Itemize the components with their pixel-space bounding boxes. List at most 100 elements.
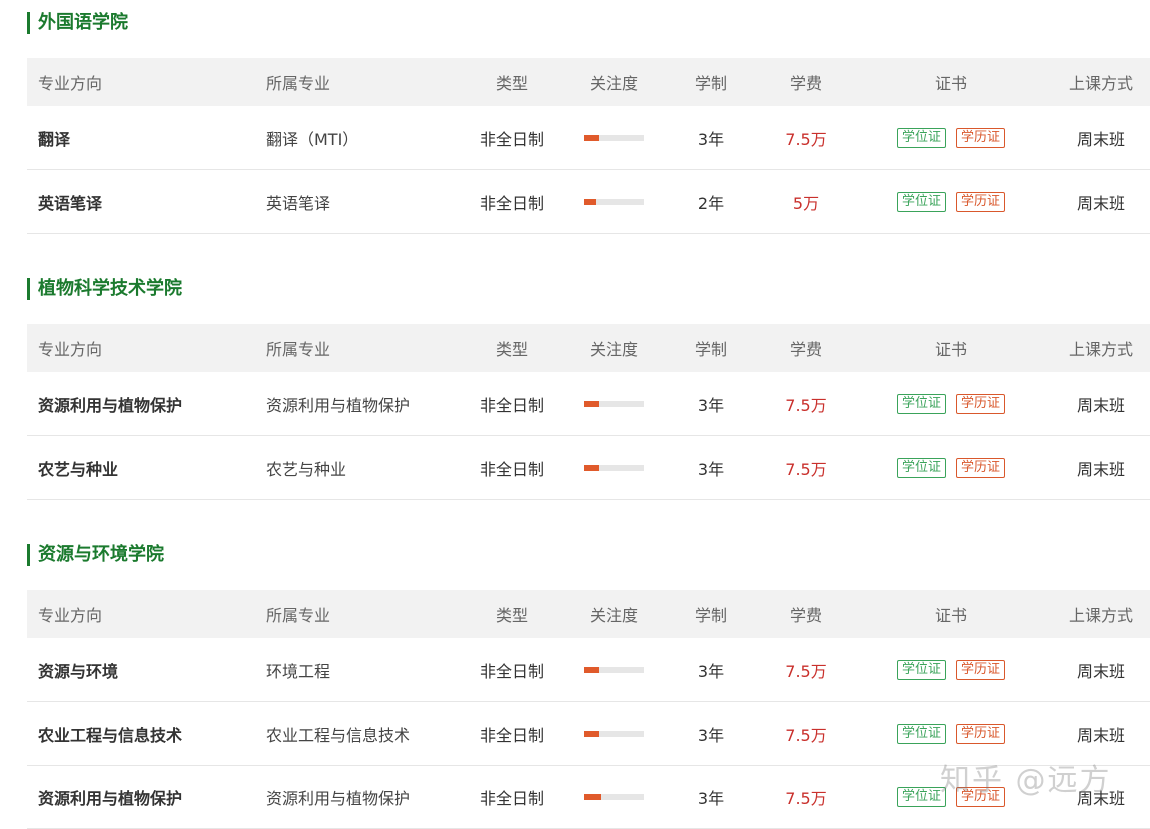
attention-bar-fill [584, 464, 599, 471]
header-attention: 关注度 [589, 74, 638, 93]
attention-bar [584, 198, 644, 205]
header-type: 类型 [495, 340, 528, 359]
length-cell: 2年 [697, 193, 725, 213]
direction-cell[interactable]: 英语笔译 [38, 170, 102, 233]
diploma-badge: 学历证 [956, 723, 1006, 744]
mode-cell: 周末班 [1076, 129, 1125, 149]
header-type: 类型 [495, 74, 528, 93]
header-major: 所属专业 [266, 340, 331, 359]
attention-cell [581, 436, 647, 499]
header-fee: 学费 [789, 74, 822, 93]
degree-badge: 学位证 [896, 457, 946, 478]
header-major: 所属专业 [266, 74, 331, 93]
certificate-cell: 学位证 学历证 [877, 436, 1025, 499]
direction-cell[interactable]: 翻译 [38, 106, 70, 169]
type-cell: 非全日制 [479, 725, 544, 745]
header-attention: 关注度 [589, 606, 638, 625]
degree-badge: 学位证 [896, 659, 946, 680]
attention-cell [581, 702, 647, 765]
major-cell: 翻译（MTI） [266, 129, 359, 149]
header-attention: 关注度 [589, 340, 638, 359]
attention-cell [581, 638, 647, 701]
diploma-badge: 学历证 [956, 393, 1006, 414]
direction-cell[interactable]: 资源与环境 [38, 638, 118, 701]
header-length: 学制 [694, 340, 727, 359]
table-row[interactable]: 英语笔译 英语笔译 非全日制 2年 5万 学位证 学历证 周末班 [27, 170, 1150, 234]
length-cell: 3年 [697, 459, 725, 479]
type-cell: 非全日制 [479, 193, 544, 213]
section-title: 植物科学技术学院 [27, 278, 182, 300]
attention-bar-fill [584, 666, 599, 673]
major-cell: 资源利用与植物保护 [266, 395, 411, 415]
major-cell: 英语笔译 [266, 193, 331, 213]
attention-cell [581, 372, 647, 435]
major-cell: 环境工程 [266, 661, 331, 681]
type-cell: 非全日制 [479, 788, 544, 808]
attention-bar-fill [584, 134, 599, 141]
watermark: 知乎 @远方 [940, 763, 1112, 798]
length-cell: 3年 [697, 661, 725, 681]
attention-bar [584, 793, 644, 800]
fee-cell: 7.5万 [785, 459, 827, 479]
header-major: 所属专业 [266, 606, 331, 625]
diploma-badge: 学历证 [956, 191, 1006, 212]
fee-cell: 7.5万 [785, 725, 827, 745]
mode-cell: 周末班 [1076, 661, 1125, 681]
table-row[interactable]: 翻译 翻译（MTI） 非全日制 3年 7.5万 学位证 学历证 周末班 [27, 106, 1150, 170]
header-certificate: 证书 [934, 74, 967, 93]
direction-cell[interactable]: 资源利用与植物保护 [38, 372, 182, 435]
table-header: 专业方向 所属专业 类型 关注度 学制 学费 证书 上课方式 [27, 590, 1150, 638]
certificate-cell: 学位证 学历证 [877, 638, 1025, 701]
header-direction: 专业方向 [38, 606, 103, 625]
table-row[interactable]: 资源与环境 环境工程 非全日制 3年 7.5万 学位证 学历证 周末班 [27, 638, 1150, 702]
length-cell: 3年 [697, 395, 725, 415]
header-mode: 上课方式 [1068, 74, 1133, 93]
header-type: 类型 [495, 606, 528, 625]
length-cell: 3年 [697, 788, 725, 808]
header-fee: 学费 [789, 340, 822, 359]
degree-badge: 学位证 [896, 393, 946, 414]
table-header: 专业方向 所属专业 类型 关注度 学制 学费 证书 上课方式 [27, 58, 1150, 106]
degree-badge: 学位证 [896, 127, 946, 148]
type-cell: 非全日制 [479, 661, 544, 681]
table-row[interactable]: 农艺与种业 农艺与种业 非全日制 3年 7.5万 学位证 学历证 周末班 [27, 436, 1150, 500]
length-cell: 3年 [697, 129, 725, 149]
section-title: 资源与环境学院 [27, 544, 164, 566]
type-cell: 非全日制 [479, 395, 544, 415]
length-cell: 3年 [697, 725, 725, 745]
diploma-badge: 学历证 [956, 659, 1006, 680]
header-mode: 上课方式 [1068, 340, 1133, 359]
header-length: 学制 [694, 74, 727, 93]
attention-cell [581, 106, 647, 169]
attention-bar [584, 666, 644, 673]
degree-badge: 学位证 [896, 723, 946, 744]
fee-cell: 7.5万 [785, 129, 827, 149]
attention-bar [584, 400, 644, 407]
fee-cell: 7.5万 [785, 395, 827, 415]
major-cell: 农业工程与信息技术 [266, 725, 411, 745]
table-row[interactable]: 资源利用与植物保护 资源利用与植物保护 非全日制 3年 7.5万 学位证 学历证 周末班 [27, 372, 1150, 436]
type-cell: 非全日制 [479, 129, 544, 149]
header-mode: 上课方式 [1068, 606, 1133, 625]
certificate-cell: 学位证 学历证 [877, 106, 1025, 169]
direction-cell[interactable]: 农业工程与信息技术 [38, 702, 182, 765]
attention-bar-fill [584, 793, 601, 800]
mode-cell: 周末班 [1076, 193, 1125, 213]
attention-bar-fill [584, 400, 599, 407]
header-direction: 专业方向 [38, 74, 103, 93]
fee-cell: 7.5万 [785, 661, 827, 681]
section-title: 外国语学院 [27, 12, 128, 34]
attention-bar [584, 464, 644, 471]
direction-cell[interactable]: 资源利用与植物保护 [38, 765, 182, 828]
certificate-cell: 学位证 学历证 [877, 372, 1025, 435]
header-certificate: 证书 [934, 340, 967, 359]
degree-badge: 学位证 [896, 191, 946, 212]
header-fee: 学费 [789, 606, 822, 625]
mode-cell: 周末班 [1076, 459, 1125, 479]
certificate-cell: 学位证 学历证 [877, 170, 1025, 233]
header-certificate: 证书 [934, 606, 967, 625]
direction-cell[interactable]: 农艺与种业 [38, 436, 118, 499]
diploma-badge: 学历证 [956, 127, 1006, 148]
type-cell: 非全日制 [479, 459, 544, 479]
attention-bar-fill [584, 730, 599, 737]
